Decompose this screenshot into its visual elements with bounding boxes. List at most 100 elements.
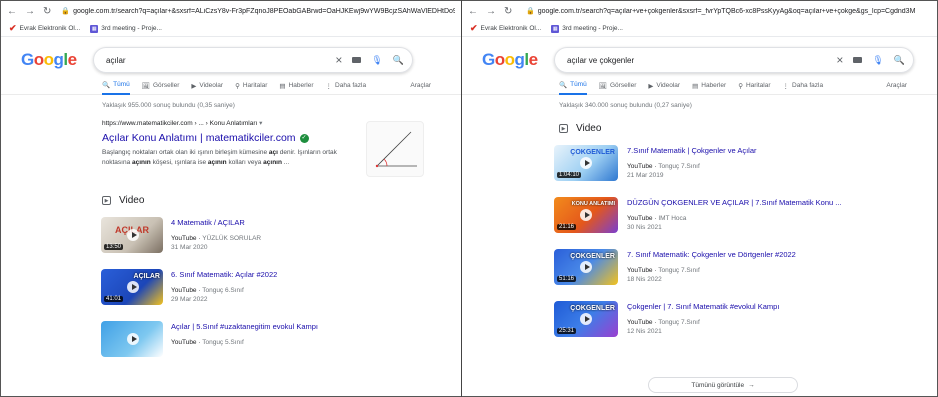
google-logo[interactable]: Google xyxy=(21,50,93,70)
clear-icon[interactable]: × xyxy=(335,53,342,67)
play-icon[interactable] xyxy=(580,313,592,325)
forward-arrow-icon[interactable]: → xyxy=(25,6,35,17)
left-browser-panel: ← → ↻ 🔒 google.com.tr/search?q=açılar+&s… xyxy=(1,1,461,396)
chevron-down-icon[interactable]: ▾ xyxy=(259,120,262,127)
video-title[interactable]: 7. Sınıf Matematik: Çokgenler ve Dörtgen… xyxy=(627,243,937,259)
video-result[interactable]: AÇILAR 13:50 4 Matematik / AÇILAR YouTub… xyxy=(1,211,461,263)
video-title[interactable]: Çokgenler | 7. Sınıf Matematik #evokul K… xyxy=(627,295,937,311)
tab-images[interactable]: 🖼 Görseller xyxy=(142,77,180,95)
lock-icon[interactable]: 🔒 xyxy=(526,7,535,15)
video-thumbnail[interactable]: KONU ANLATIMI 21:16 xyxy=(554,197,618,233)
result-thumbnail[interactable] xyxy=(366,121,424,177)
clear-icon[interactable]: × xyxy=(836,53,843,67)
keyboard-icon[interactable] xyxy=(352,57,362,63)
result-stats: Yaklaşık 340.000 sonuç bulundu (0,27 san… xyxy=(559,102,692,109)
search-header: Google açılar × 🎙 🔍 xyxy=(1,43,461,77)
video-result[interactable]: ÇOKGENLER 51:16 7. Sınıf Matematik: Çokg… xyxy=(462,243,937,295)
forward-arrow-icon[interactable]: → xyxy=(486,6,496,17)
video-date: 18 Nis 2022 xyxy=(627,276,662,283)
search-box[interactable]: açılar × 🎙 🔍 xyxy=(93,47,413,73)
search-icon[interactable]: 🔍 xyxy=(393,55,404,66)
microphone-icon[interactable]: 🎙 xyxy=(371,55,382,66)
video-result[interactable]: ÇOKGENLER 1:04:10 7.Sınıf Matematik | Ço… xyxy=(462,139,937,191)
address-bar[interactable]: google.com.tr/search?q=açılar+&sxsrf=ALi… xyxy=(73,8,455,15)
video-title[interactable]: 4 Matematik / AÇILAR xyxy=(171,211,461,227)
search-tabs: 🔍 Tümü 🖼 Görseller ▶ Videolar ▤ Haberler ⚲ Ha… xyxy=(462,77,937,95)
tab-maps[interactable]: ⚲ Haritalar xyxy=(235,77,267,95)
video-section-heading: ▶ Video xyxy=(1,189,461,211)
video-duration: 51:16 xyxy=(557,276,577,282)
tab-all[interactable]: 🔍 Tümü xyxy=(559,77,587,95)
bookmarks-bar: ✔ Evrak Elektronik Ol... ▦ 3rd meeting - P… xyxy=(462,21,937,37)
video-result[interactable]: KONU ANLATIMI 21:16 DÜZGÜN ÇOKGENLER VE … xyxy=(462,191,937,243)
google-logo[interactable]: Google xyxy=(482,50,554,70)
video-title[interactable]: Açılar | 5.Sınıf #uzaktanegitim evokul K… xyxy=(171,315,461,331)
tab-news[interactable]: ▤ Haberler xyxy=(279,77,313,95)
bookmark-item[interactable]: ✔ Evrak Elektronik Ol... xyxy=(9,23,80,34)
image-icon: 🖼 xyxy=(141,82,150,90)
bookmark-item[interactable]: ✔ Evrak Elektronik Ol... xyxy=(470,23,541,34)
play-icon[interactable] xyxy=(127,229,139,241)
checkmark-icon: ✔ xyxy=(9,23,17,33)
search-input[interactable]: açılar ve çokgenler xyxy=(567,56,826,65)
play-icon[interactable] xyxy=(580,157,592,169)
right-browser-panel: ← → ↻ 🔒 google.com.tr/search?q=açılar+ve… xyxy=(462,1,937,396)
bookmarks-bar: ✔ Evrak Elektronik Ol... ▦ 3rd meeting - P… xyxy=(1,21,461,37)
video-icon: ▶ xyxy=(559,123,568,133)
app-icon: ▦ xyxy=(551,24,560,33)
reload-icon[interactable]: ↻ xyxy=(504,6,512,17)
reload-icon[interactable]: ↻ xyxy=(43,6,51,17)
tab-tools[interactable]: Araçlar xyxy=(886,77,907,95)
video-date: 29 Mar 2022 xyxy=(171,296,208,303)
play-icon[interactable] xyxy=(127,333,139,345)
play-icon[interactable] xyxy=(580,209,592,221)
tab-news[interactable]: ▤ Haberler xyxy=(692,77,726,95)
video-icon: ▶ xyxy=(102,195,111,205)
video-thumbnail[interactable]: AÇILAR 41:01 xyxy=(101,269,163,305)
video-result[interactable]: ÇOKGENLER 25:31 Çokgenler | 7. Sınıf Mat… xyxy=(462,295,937,347)
tab-tools[interactable]: Araçlar xyxy=(410,77,431,95)
tab-all[interactable]: 🔍 Tümü xyxy=(102,77,130,95)
browser-toolbar: ← → ↻ 🔒 google.com.tr/search?q=açılar+&s… xyxy=(1,1,461,21)
play-icon[interactable] xyxy=(580,261,592,273)
more-icon: ⋮ xyxy=(782,82,790,90)
search-input[interactable]: açılar xyxy=(106,56,325,65)
lock-icon[interactable]: 🔒 xyxy=(61,7,70,15)
video-title[interactable]: DÜZGÜN ÇOKGENLER VE AÇILAR | 7.Sınıf Mat… xyxy=(627,191,937,207)
back-arrow-icon[interactable]: ← xyxy=(468,6,478,17)
video-thumbnail[interactable]: ÇOKGENLER 51:16 xyxy=(554,249,618,285)
address-bar[interactable]: google.com.tr/search?q=açılar+ve+çokgenl… xyxy=(538,8,916,15)
video-thumbnail[interactable] xyxy=(101,321,163,357)
tab-images[interactable]: 🖼 Görseller xyxy=(599,77,637,95)
tab-videos[interactable]: ▶ Videolar xyxy=(648,77,680,95)
search-icon[interactable]: 🔍 xyxy=(894,55,905,66)
play-icon[interactable] xyxy=(127,281,139,293)
video-meta: YouTube · Tonguç 7.Sınıf xyxy=(627,163,700,170)
video-thumbnail[interactable]: ÇOKGENLER 1:04:10 xyxy=(554,145,618,181)
show-all-button[interactable]: Tümünü görüntüle → xyxy=(648,377,798,393)
result-stats: Yaklaşık 955.000 sonuç bulundu (0,35 san… xyxy=(102,102,235,109)
video-thumbnail[interactable]: ÇOKGENLER 25:31 xyxy=(554,301,618,337)
tab-maps[interactable]: ⚲ Haritalar xyxy=(738,77,770,95)
video-title[interactable]: 6. Sınıf Matematik: Açılar #2022 xyxy=(171,263,461,279)
video-duration: 41:01 xyxy=(104,296,124,302)
arrow-right-icon: → xyxy=(748,381,755,389)
video-thumbnail[interactable]: AÇILAR 13:50 xyxy=(101,217,163,253)
tab-more[interactable]: ⋮ Daha fazla xyxy=(326,77,367,95)
tab-videos[interactable]: ▶ Videolar xyxy=(191,77,223,95)
map-pin-icon: ⚲ xyxy=(235,82,240,90)
bookmark-item[interactable]: ▦ 3rd meeting - Proje... xyxy=(551,24,623,33)
back-arrow-icon[interactable]: ← xyxy=(7,6,17,17)
video-result[interactable]: Açılar | 5.Sınıf #uzaktanegitim evokul K… xyxy=(1,315,461,367)
bookmark-item[interactable]: ▦ 3rd meeting - Proje... xyxy=(90,24,162,33)
keyboard-icon[interactable] xyxy=(853,57,863,63)
thumbnail-caption: KONU ANLATIMI xyxy=(571,201,615,207)
video-date: 21 Mar 2019 xyxy=(627,172,664,179)
video-result[interactable]: AÇILAR 41:01 6. Sınıf Matematik: Açılar … xyxy=(1,263,461,315)
news-icon: ▤ xyxy=(692,82,699,90)
video-date: 31 Mar 2020 xyxy=(171,244,208,251)
microphone-icon[interactable]: 🎙 xyxy=(872,55,883,66)
tab-more[interactable]: ⋮ Daha fazla xyxy=(783,77,824,95)
video-title[interactable]: 7.Sınıf Matematik | Çokgenler ve Açılar xyxy=(627,139,937,155)
search-box[interactable]: açılar ve çokgenler × 🎙 🔍 xyxy=(554,47,914,73)
